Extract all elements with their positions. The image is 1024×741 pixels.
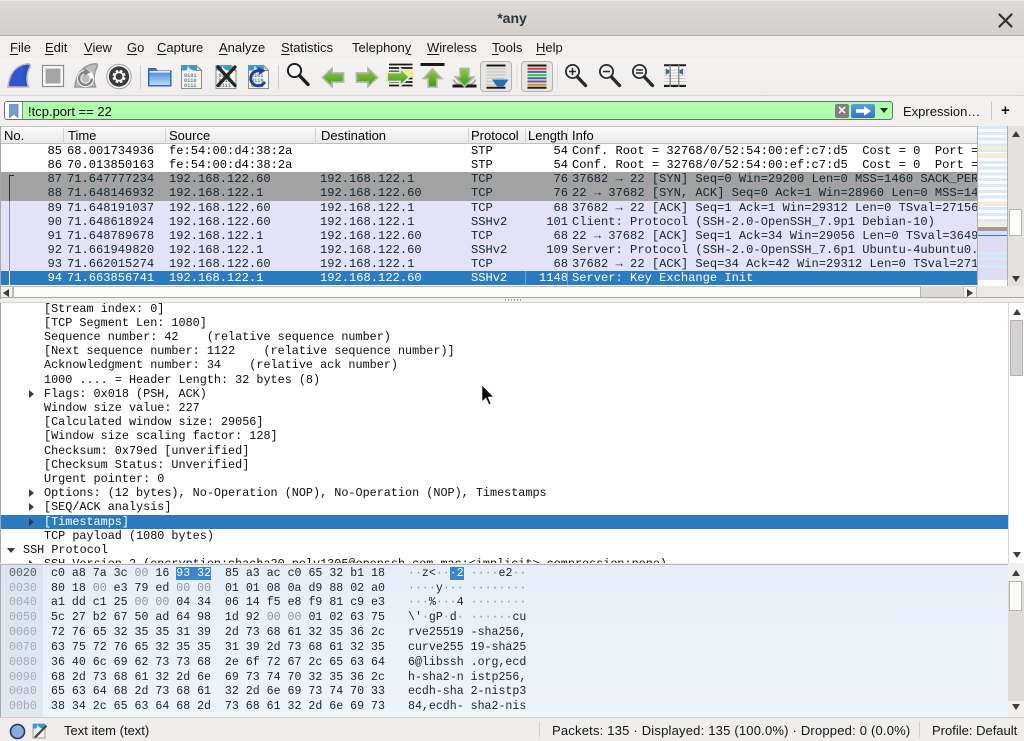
svg-text:0111: 0111 — [184, 83, 196, 89]
